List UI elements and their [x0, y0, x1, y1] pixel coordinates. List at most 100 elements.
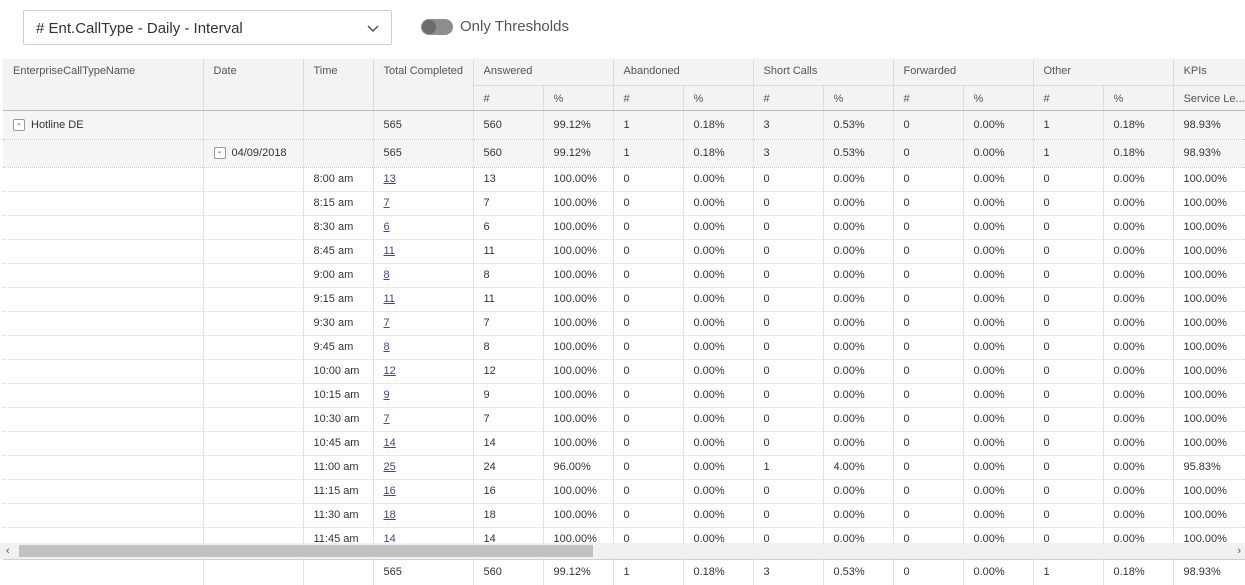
row-abandoned-pct-cell: 0.00% [683, 383, 754, 408]
grid-body-table: - Hotline DE 565 560 99.12% 1 0.18% 3 0.5… [3, 111, 1245, 552]
row-name-cell [3, 503, 204, 528]
scrollbar-thumb[interactable] [19, 545, 593, 557]
col-header-service-level[interactable]: Service Le... [1173, 85, 1245, 111]
total-completed-link[interactable]: 7 [384, 317, 390, 329]
row-service-level-cell: 100.00% [1173, 383, 1245, 408]
row-service-level-cell: 95.83% [1173, 455, 1245, 480]
grid-body[interactable]: - Hotline DE 565 560 99.12% 1 0.18% 3 0.5… [3, 111, 1245, 584]
row-time-cell: 8:45 am [303, 239, 374, 264]
row-abandoned-pct-cell: 0.00% [683, 239, 754, 264]
col-header-abandoned-pct[interactable]: % [683, 85, 754, 111]
col-header-forwarded[interactable]: Forwarded [893, 59, 1034, 86]
row-short-pct-cell: 0.00% [823, 431, 894, 456]
row-other-count-cell: 0 [1033, 263, 1104, 288]
only-thresholds-toggle[interactable] [421, 19, 453, 35]
col-header-other[interactable]: Other [1033, 59, 1174, 86]
total-completed-link[interactable]: 6 [384, 221, 390, 233]
col-header-short-count[interactable]: # [753, 85, 824, 111]
row-total-cell: 12 [373, 359, 474, 384]
subgroup-other-count: 1 [1033, 139, 1104, 168]
collapse-toggle-icon[interactable]: - [13, 118, 25, 131]
scroll-left-icon[interactable]: ‹ [6, 545, 10, 557]
row-forwarded-pct-cell: 0.00% [963, 311, 1034, 336]
col-header-abandoned-count[interactable]: # [613, 85, 684, 111]
row-answered-count-cell: 9 [473, 383, 544, 408]
row-time-cell: 10:30 am [303, 407, 374, 432]
row-forwarded-count-cell: 0 [893, 407, 964, 432]
col-header-kpis[interactable]: KPIs [1173, 59, 1245, 86]
row-abandoned-pct-cell: 0.00% [683, 479, 754, 504]
total-completed-link[interactable]: 7 [384, 413, 390, 425]
col-header-total[interactable]: Total Completed [373, 59, 474, 111]
group-other-pct: 0.18% [1103, 111, 1174, 140]
row-other-count-cell: 0 [1033, 359, 1104, 384]
row-name-cell [3, 455, 204, 480]
total-completed-link[interactable]: 25 [384, 461, 396, 473]
row-other-count-cell: 0 [1033, 383, 1104, 408]
row-forwarded-pct-cell: 0.00% [963, 335, 1034, 360]
row-short-pct-cell: 0.00% [823, 407, 894, 432]
total-completed-link[interactable]: 8 [384, 269, 390, 281]
total-completed-link[interactable]: 16 [384, 485, 396, 497]
row-time-cell: 11:00 am [303, 455, 374, 480]
group-row: - Hotline DE 565 560 99.12% 1 0.18% 3 0.5… [3, 111, 1245, 140]
row-answered-count-cell: 6 [473, 215, 544, 240]
row-total-cell: 8 [373, 335, 474, 360]
col-header-forwarded-count[interactable]: # [893, 85, 964, 111]
row-forwarded-pct-cell: 0.00% [963, 431, 1034, 456]
row-abandoned-count-cell: 0 [613, 431, 684, 456]
col-header-abandoned[interactable]: Abandoned [613, 59, 754, 86]
total-completed-link[interactable]: 12 [384, 365, 396, 377]
row-service-level-cell: 100.00% [1173, 503, 1245, 528]
row-other-pct-cell: 0.00% [1103, 455, 1174, 480]
total-completed-link[interactable]: 7 [384, 197, 390, 209]
collapse-toggle-icon[interactable]: - [213, 147, 226, 160]
row-total-cell: 7 [373, 407, 474, 432]
row-answered-count-cell: 7 [473, 407, 544, 432]
row-date-cell [203, 503, 304, 528]
col-header-other-count[interactable]: # [1033, 85, 1104, 111]
col-header-answered-pct[interactable]: % [543, 85, 614, 111]
row-other-pct-cell: 0.00% [1103, 215, 1174, 240]
col-header-answered-count[interactable]: # [473, 85, 544, 111]
row-other-pct-cell: 0.00% [1103, 167, 1174, 192]
col-header-time[interactable]: Time [303, 59, 374, 111]
footer-other-pct: 0.18% [1103, 559, 1174, 585]
row-date-cell [203, 431, 304, 456]
row-short-count-cell: 0 [753, 239, 824, 264]
total-completed-link[interactable]: 11 [384, 245, 395, 257]
col-header-short-pct[interactable]: % [823, 85, 894, 111]
total-completed-link[interactable]: 18 [384, 509, 396, 521]
table-row: 10:00 am 12 12 100.00% 0 0.00% 0 0.00% 0 0.00% 0 0.… [3, 359, 1245, 384]
total-completed-link[interactable]: 11 [384, 293, 395, 305]
row-answered-pct-cell: 100.00% [543, 359, 614, 384]
row-answered-pct-cell: 96.00% [543, 455, 614, 480]
row-forwarded-pct-cell: 0.00% [963, 191, 1034, 216]
report-select[interactable]: # Ent.CallType - Daily - Interval [23, 10, 392, 45]
total-completed-link[interactable]: 9 [384, 389, 390, 401]
col-header-date[interactable]: Date [203, 59, 304, 111]
row-other-pct-cell: 0.00% [1103, 311, 1174, 336]
total-completed-link[interactable]: 14 [384, 437, 396, 449]
col-header-answered[interactable]: Answered [473, 59, 614, 86]
row-service-level-cell: 100.00% [1173, 287, 1245, 312]
row-service-level-cell: 100.00% [1173, 215, 1245, 240]
col-header-other-pct[interactable]: % [1103, 85, 1174, 111]
total-completed-link[interactable]: 13 [384, 173, 396, 185]
col-header-short-calls[interactable]: Short Calls [753, 59, 894, 86]
horizontal-scrollbar[interactable]: ‹ › [0, 543, 1245, 559]
row-short-pct-cell: 0.00% [823, 287, 894, 312]
subgroup-abandoned-count: 1 [613, 139, 684, 168]
footer-forwarded-count: 0 [893, 559, 964, 585]
scroll-right-icon[interactable]: › [1237, 545, 1241, 557]
total-completed-link[interactable]: 8 [384, 341, 390, 353]
col-header-forwarded-pct[interactable]: % [963, 85, 1034, 111]
subgroup-date-cell: -04/09/2018 [203, 139, 304, 168]
col-header-name[interactable]: EnterpriseCallTypeName [3, 59, 204, 111]
row-abandoned-pct-cell: 0.00% [683, 455, 754, 480]
totals-footer: 565 560 99.12% 1 0.18% 3 0.53% 0 0.00% 1… [3, 559, 1245, 585]
footer-time-cell [303, 559, 374, 585]
row-abandoned-count-cell: 0 [613, 407, 684, 432]
row-other-pct-cell: 0.00% [1103, 359, 1174, 384]
row-total-cell: 13 [373, 167, 474, 192]
